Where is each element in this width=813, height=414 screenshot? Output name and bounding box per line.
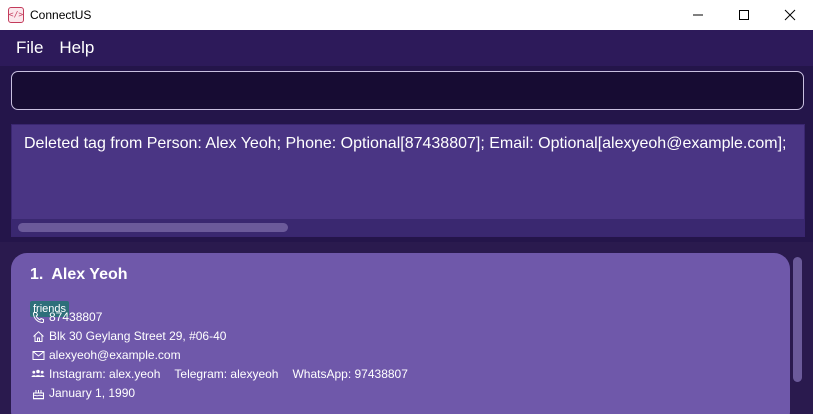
window-title: ConnectUS xyxy=(30,8,92,22)
menu-help[interactable]: Help xyxy=(51,38,102,58)
window-controls xyxy=(675,0,813,30)
person-index: 1. xyxy=(30,266,44,283)
horizontal-scrollbar[interactable] xyxy=(12,219,804,236)
mail-icon xyxy=(31,348,45,362)
phone-value: 87438807 xyxy=(49,310,103,324)
birthday-field: January 1, 1990 xyxy=(31,386,135,400)
email-field: alexyeoh@example.com xyxy=(31,348,181,362)
horizontal-scroll-thumb[interactable] xyxy=(18,223,288,232)
phone-field: 87438807 xyxy=(31,310,102,324)
address-field: Blk 30 Geylang Street 29, #06-40 xyxy=(31,329,226,343)
maximize-button[interactable] xyxy=(721,0,767,30)
command-input[interactable] xyxy=(11,71,804,110)
minimize-icon xyxy=(693,14,703,16)
person-header: 1. Alex Yeoh xyxy=(30,266,128,284)
menu-bar: File Help xyxy=(0,30,813,66)
code-icon-glyph: </> xyxy=(8,10,24,19)
close-icon xyxy=(784,9,796,21)
result-display-container: Deleted tag from Person: Alex Yeoh; Phon… xyxy=(0,120,813,242)
minimize-button[interactable] xyxy=(675,0,721,30)
person-card[interactable]: 1. Alex Yeoh friends 87438807 Blk 30 Geyl… xyxy=(11,253,790,414)
title-bar: </> ConnectUS xyxy=(0,0,813,30)
email-value: alexyeoh@example.com xyxy=(49,348,181,362)
result-display[interactable]: Deleted tag from Person: Alex Yeoh; Phon… xyxy=(11,124,805,237)
vertical-scroll-thumb[interactable] xyxy=(793,257,802,382)
code-icon: </> xyxy=(8,7,24,23)
people-icon xyxy=(31,367,45,381)
telegram-value: Telegram: alexyeoh xyxy=(174,367,279,381)
phone-icon xyxy=(31,310,45,324)
instagram-value: Instagram: alex.yeoh xyxy=(49,367,161,381)
maximize-icon xyxy=(739,10,749,20)
person-name: Alex Yeoh xyxy=(51,266,128,283)
close-button[interactable] xyxy=(767,0,813,30)
home-icon xyxy=(31,329,45,343)
social-field: Instagram: alex.yeoh Telegram: alexyeoh … xyxy=(31,367,408,381)
command-box-container xyxy=(0,66,813,120)
address-value: Blk 30 Geylang Street 29, #06-40 xyxy=(49,329,227,343)
birthday-value: January 1, 1990 xyxy=(49,386,136,400)
menu-file[interactable]: File xyxy=(8,38,51,58)
result-text: Deleted tag from Person: Alex Yeoh; Phon… xyxy=(24,135,787,152)
whatsapp-value: WhatsApp: 97438807 xyxy=(292,367,408,381)
cake-icon xyxy=(31,386,45,400)
person-list: 1. Alex Yeoh friends 87438807 Blk 30 Geyl… xyxy=(0,242,813,414)
